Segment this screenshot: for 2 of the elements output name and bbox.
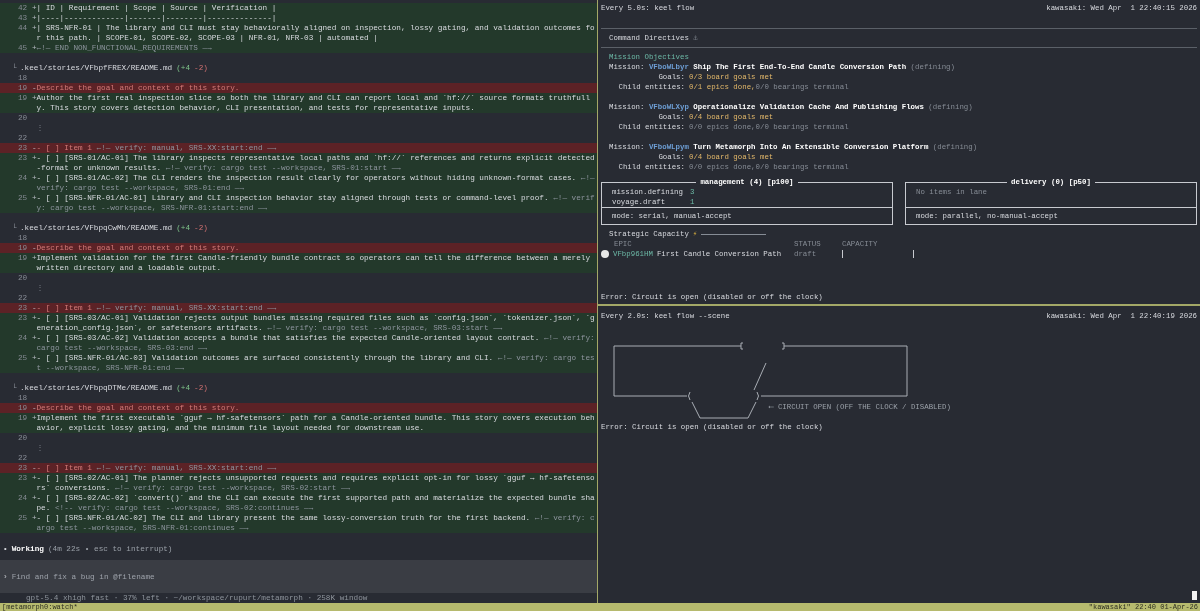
circle-icon [601, 250, 609, 258]
terminal-cursor [1192, 591, 1197, 600]
